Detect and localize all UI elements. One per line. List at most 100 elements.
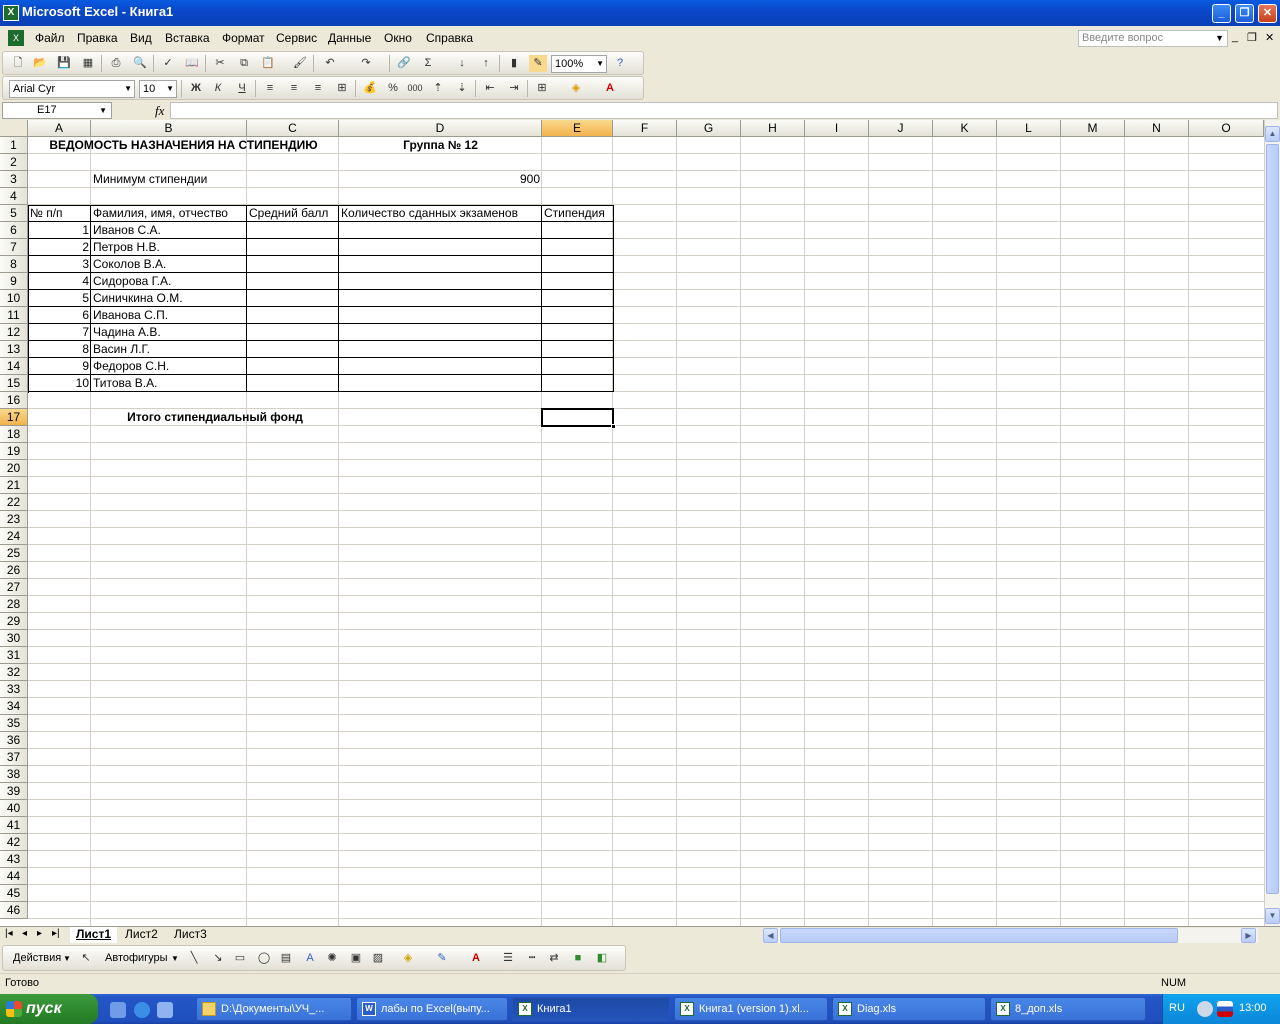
row-header[interactable]: 43 [0, 851, 28, 868]
row-header[interactable]: 4 [0, 188, 28, 205]
help-icon[interactable]: ? [611, 55, 629, 72]
cell-c5-header[interactable]: Средний балл [247, 205, 339, 222]
chevron-down-icon[interactable]: ▼ [171, 954, 179, 963]
tray-app-icon[interactable] [1197, 1001, 1213, 1017]
task-excel-book1-v1[interactable]: X Книга1 (version 1).xl... [674, 997, 828, 1021]
first-sheet-icon[interactable]: |◂ [5, 928, 13, 939]
cell-student-name[interactable]: Петров Н.В. [91, 239, 247, 256]
wordart-icon[interactable]: A [301, 950, 319, 967]
sort-ascending-icon[interactable]: ↓ [453, 55, 471, 72]
row-header[interactable]: 46 [0, 902, 28, 919]
menu-edit[interactable]: Правка [77, 31, 118, 45]
line-icon[interactable]: ╲ [185, 950, 203, 967]
cell-d1-group[interactable]: Группа № 12 [339, 137, 542, 154]
row-header[interactable]: 29 [0, 613, 28, 630]
row-header[interactable]: 41 [0, 817, 28, 834]
language-flag-icon[interactable] [1217, 1001, 1233, 1017]
menu-file[interactable]: Файл [35, 31, 65, 45]
cell-student-name[interactable]: Иванова С.П. [91, 307, 247, 324]
font-name-select[interactable]: Arial Cyr ▼ [9, 80, 135, 98]
drawing-actions-menu[interactable]: Действия [13, 952, 61, 964]
thousands-button[interactable]: 000 [406, 80, 424, 97]
row-header[interactable]: 10 [0, 290, 28, 307]
row-header[interactable]: 31 [0, 647, 28, 664]
font-color-icon[interactable]: A [601, 80, 619, 97]
horizontal-scroll-thumb[interactable] [780, 928, 1178, 943]
menu-format[interactable]: Формат [222, 31, 265, 45]
row-header[interactable]: 45 [0, 885, 28, 902]
cell-d5-header[interactable]: Количество сданных экзаменов [339, 205, 542, 222]
row-header[interactable]: 11 [0, 307, 28, 324]
row-header[interactable]: 5 [0, 205, 28, 222]
row-header[interactable]: 36 [0, 732, 28, 749]
paste-icon[interactable]: 📋 [259, 55, 277, 72]
format-painter-icon[interactable]: 🖌 [291, 55, 309, 72]
column-header-d[interactable]: D [339, 120, 542, 137]
row-header[interactable]: 2 [0, 154, 28, 171]
quicklaunch-app-icon[interactable] [110, 1002, 126, 1018]
scroll-down-icon[interactable]: ▼ [1265, 908, 1280, 924]
column-header-a[interactable]: A [28, 120, 91, 137]
row-header[interactable]: 34 [0, 698, 28, 715]
menu-insert[interactable]: Вставка [165, 31, 210, 45]
cell-a5-header[interactable]: № п/п [28, 205, 91, 222]
decrease-decimal-icon[interactable]: ⇣ [453, 80, 471, 97]
redo-icon[interactable]: ↷ [357, 55, 375, 72]
drawing-icon[interactable]: ✎ [529, 55, 547, 72]
horizontal-scrollbar[interactable]: ◀ ▶ [763, 928, 1258, 943]
hyperlink-icon[interactable]: 🔗 [395, 55, 413, 72]
doc-close-icon[interactable]: ✕ [1265, 31, 1274, 44]
print-preview-icon[interactable]: 🔍 [131, 55, 149, 72]
sheet-tab-3[interactable]: Лист3 [168, 927, 213, 943]
autoshapes-menu[interactable]: Автофигуры [105, 952, 168, 964]
column-header-e[interactable]: E [542, 120, 613, 137]
vertical-scroll-thumb[interactable] [1266, 144, 1279, 894]
cell-student-name[interactable]: Чадина А.В. [91, 324, 247, 341]
cell-student-number[interactable]: 8 [28, 341, 91, 358]
task-folder[interactable]: D:\Документы\УЧ_... [196, 997, 352, 1021]
row-header[interactable]: 26 [0, 562, 28, 579]
doc-minimize-icon[interactable]: _ [1232, 31, 1238, 43]
row-header[interactable]: 28 [0, 596, 28, 613]
spreadsheet-grid[interactable]: A B C D E F G H I J K L M N O 1234567891… [0, 120, 1264, 926]
chevron-down-icon[interactable]: ▼ [166, 81, 174, 97]
prev-sheet-icon[interactable]: ◂ [22, 928, 27, 939]
select-all-corner[interactable] [0, 120, 28, 137]
next-sheet-icon[interactable]: ▸ [37, 928, 42, 939]
cell-a1-title[interactable]: ВЕДОМОСТЬ НАЗНАЧЕНИЯ НА СТИПЕНДИЮ [28, 137, 339, 154]
sheet-tab-1[interactable]: Лист1 [70, 927, 118, 943]
row-header[interactable]: 44 [0, 868, 28, 885]
copy-icon[interactable]: ⧉ [235, 55, 253, 72]
chart-wizard-icon[interactable]: ▮ [505, 55, 523, 72]
align-left-icon[interactable]: ≡ [261, 80, 279, 97]
line-style-icon[interactable]: ☰ [499, 950, 517, 967]
currency-icon[interactable]: 💰 [361, 80, 379, 97]
row-header[interactable]: 21 [0, 477, 28, 494]
document-icon[interactable]: X [8, 30, 24, 46]
scroll-left-icon[interactable]: ◀ [763, 928, 778, 943]
cell-student-name[interactable]: Соколов В.А. [91, 256, 247, 273]
underline-button[interactable]: Ч [233, 80, 251, 97]
internet-explorer-icon[interactable] [134, 1002, 150, 1018]
row-header[interactable]: 7 [0, 239, 28, 256]
rectangle-icon[interactable]: ▭ [231, 950, 249, 967]
row-header[interactable]: 14 [0, 358, 28, 375]
row-header[interactable]: 20 [0, 460, 28, 477]
row-header[interactable]: 30 [0, 630, 28, 647]
cell-student-number[interactable]: 7 [28, 324, 91, 341]
cell-student-name[interactable]: Иванов С.А. [91, 222, 247, 239]
cell-student-name[interactable]: Титова В.А. [91, 375, 247, 392]
row-header[interactable]: 38 [0, 766, 28, 783]
chevron-down-icon[interactable]: ▼ [99, 103, 107, 118]
undo-icon[interactable]: ↶ [321, 55, 339, 72]
task-word-doc[interactable]: Wлабы по Excel(выпу... [356, 997, 508, 1021]
row-header[interactable]: 42 [0, 834, 28, 851]
cell-student-name[interactable]: Федоров С.Н. [91, 358, 247, 375]
sort-descending-icon[interactable]: ↑ [477, 55, 495, 72]
minimize-button[interactable]: _ [1212, 4, 1231, 23]
chevron-down-icon[interactable]: ▼ [596, 56, 604, 72]
show-desktop-icon[interactable] [157, 1002, 173, 1018]
row-header[interactable]: 3 [0, 171, 28, 188]
help-search-input[interactable]: Введите вопрос ▼ [1078, 30, 1228, 47]
cell-student-number[interactable]: 10 [28, 375, 91, 392]
